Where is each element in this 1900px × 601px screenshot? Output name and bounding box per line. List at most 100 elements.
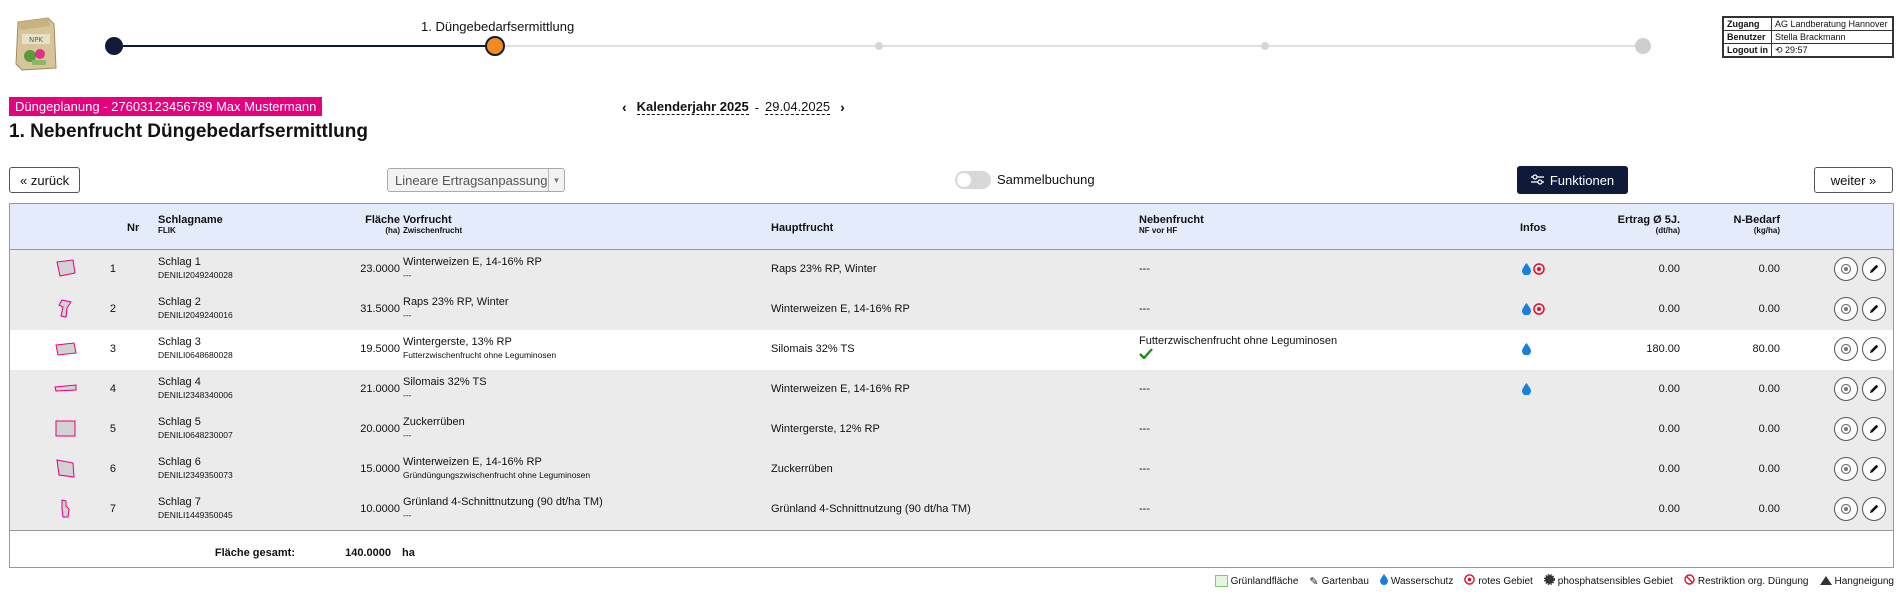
header-nf-vor-hf: NF vor HF bbox=[1139, 226, 1178, 235]
field-name: Schlag 2 bbox=[158, 296, 201, 308]
header-vorfrucht-cell: Vorfrucht Zwischenfrucht bbox=[403, 214, 462, 235]
table-row[interactable]: 2 Schlag 2 DENILI2049240016 31.5000 Raps 23%… bbox=[10, 290, 1893, 331]
yield-value: 0.00 bbox=[1658, 383, 1680, 395]
header-flaeche-unit: (ha) bbox=[385, 226, 400, 235]
table-row[interactable]: 6 Schlag 6 DENILI2349350073 15.0000 Winterwe… bbox=[10, 450, 1893, 491]
pencil-icon bbox=[1870, 384, 1879, 393]
catch-crop: --- bbox=[403, 270, 412, 280]
calendar-year[interactable]: Kalenderjahr 2025 bbox=[636, 99, 749, 115]
header-ertrag-unit: (dt/ha) bbox=[1655, 226, 1680, 235]
stepper-line-todo bbox=[497, 45, 1647, 47]
eye-icon bbox=[1840, 303, 1852, 315]
field-name-cell: Schlag 3 DENILI0648680028 bbox=[158, 336, 233, 360]
view-button[interactable] bbox=[1834, 457, 1858, 481]
view-button[interactable] bbox=[1834, 337, 1858, 361]
catch-crop: --- bbox=[403, 390, 412, 400]
catch-crop: Gründüngungszwischenfrucht ohne Legumino… bbox=[403, 470, 591, 480]
step-start[interactable] bbox=[105, 37, 123, 55]
previous-crop: Winterweizen E, 14-16% RP bbox=[403, 456, 542, 468]
page-title: 1. Nebenfrucht Düngebedarfsermittlung bbox=[9, 121, 368, 142]
logout-timer: ⟲ 29:57 bbox=[1770, 43, 1894, 57]
edit-button[interactable] bbox=[1862, 297, 1886, 321]
secondary-crop: --- bbox=[1139, 383, 1150, 395]
step-3[interactable] bbox=[1261, 42, 1269, 50]
step-2[interactable] bbox=[875, 42, 883, 50]
table-row[interactable]: 4 Schlag 4 DENILI2348340006 21.0000 Silomais… bbox=[10, 370, 1893, 411]
secondary-crop: --- bbox=[1139, 463, 1150, 475]
n-demand-value: 0.00 bbox=[1758, 263, 1780, 275]
prev-year-icon[interactable]: ‹ bbox=[618, 99, 631, 115]
header-nebenfrucht-cell: Nebenfrucht NF vor HF bbox=[1139, 214, 1204, 235]
header-infos: Infos bbox=[1520, 222, 1547, 234]
session-row-logout[interactable]: Logout in ⟲ 29:57 bbox=[1723, 43, 1894, 57]
legend-label: Restriktion org. Düngung bbox=[1697, 575, 1809, 587]
previous-crop-cell: Raps 23% RP, Winter --- bbox=[403, 296, 509, 320]
main-crop: Winterweizen E, 14-16% RP bbox=[771, 383, 910, 395]
n-demand-value: 0.00 bbox=[1758, 423, 1780, 435]
header-zwischenfrucht: Zwischenfrucht bbox=[403, 226, 463, 235]
view-button[interactable] bbox=[1834, 297, 1858, 321]
info-icons bbox=[1522, 383, 1531, 398]
pencil-icon bbox=[1870, 264, 1879, 273]
legend-label: Gartenbau bbox=[1321, 575, 1369, 587]
yield-adjustment-select[interactable]: Lineare Ertragsanpassung ▼ bbox=[387, 168, 565, 192]
current-date[interactable]: 29.04.2025 bbox=[765, 99, 831, 115]
step-end[interactable] bbox=[1635, 38, 1651, 54]
table-row[interactable]: 3 Schlag 3 DENILI0648680028 19.5000 Winterge… bbox=[10, 330, 1893, 371]
main-crop: Grünland 4-Schnittnutzung (90 dt/ha TM) bbox=[771, 503, 971, 515]
edit-button[interactable] bbox=[1862, 457, 1886, 481]
view-button[interactable] bbox=[1834, 377, 1858, 401]
field-shape-icon bbox=[54, 419, 78, 442]
table-row[interactable]: 5 Schlag 5 DENILI0648230007 20.0000 Zuckerrü… bbox=[10, 410, 1893, 451]
water-drop-icon[interactable] bbox=[1522, 343, 1531, 358]
edit-button[interactable] bbox=[1862, 257, 1886, 281]
n-demand-value: 0.00 bbox=[1758, 383, 1780, 395]
view-button[interactable] bbox=[1834, 497, 1858, 521]
step-current[interactable] bbox=[485, 36, 505, 56]
back-button[interactable]: « zurück bbox=[9, 167, 81, 193]
edit-button[interactable] bbox=[1862, 417, 1886, 441]
row-nr: 2 bbox=[109, 303, 116, 315]
previous-crop: Silomais 32% TS bbox=[403, 376, 487, 388]
red-area-icon[interactable] bbox=[1533, 303, 1545, 318]
svg-text:NPK: NPK bbox=[29, 36, 43, 44]
red-area-icon bbox=[1464, 574, 1476, 588]
water-drop-icon[interactable] bbox=[1522, 383, 1531, 398]
water-drop-icon[interactable] bbox=[1522, 263, 1531, 278]
session-info: Zugang AG Landberatung Hannover Benutzer… bbox=[1722, 16, 1894, 58]
collective-booking-toggle[interactable] bbox=[955, 171, 991, 189]
slope-icon bbox=[1819, 575, 1832, 588]
table-row[interactable]: 1 Schlag 1 DENILI2049240028 23.0000 Winterwe… bbox=[10, 250, 1893, 291]
functions-button[interactable]: Funktionen bbox=[1517, 166, 1628, 194]
view-button[interactable] bbox=[1834, 257, 1858, 281]
row-nr: 6 bbox=[109, 463, 116, 475]
next-year-icon[interactable]: › bbox=[836, 99, 849, 115]
header-flaeche: Fläche bbox=[365, 214, 400, 226]
red-area-icon[interactable] bbox=[1533, 263, 1545, 278]
legend-item: Wasserschutz bbox=[1379, 574, 1453, 588]
catch-crop: --- bbox=[403, 310, 412, 320]
eye-icon bbox=[1840, 423, 1852, 435]
water-drop-icon[interactable] bbox=[1522, 303, 1531, 318]
field-name-cell: Schlag 1 DENILI2049240028 bbox=[158, 256, 233, 280]
sliders-icon bbox=[1530, 173, 1544, 188]
edit-button[interactable] bbox=[1862, 337, 1886, 361]
timer-icon: ⟲ bbox=[1774, 44, 1783, 55]
row-nr: 4 bbox=[109, 383, 116, 395]
view-button[interactable] bbox=[1834, 417, 1858, 441]
header-flik: FLIK bbox=[158, 226, 176, 235]
previous-crop-cell: Silomais 32% TS --- bbox=[403, 376, 487, 400]
restriction-icon bbox=[1684, 574, 1695, 588]
eye-icon bbox=[1840, 463, 1852, 475]
previous-crop: Raps 23% RP, Winter bbox=[403, 296, 509, 308]
fields-table: Nr Schlagname FLIK Fläche (ha) Vorfrucht… bbox=[9, 203, 1894, 568]
legend-item: rotes Gebiet bbox=[1464, 574, 1533, 588]
secondary-crop: --- bbox=[1139, 503, 1150, 515]
table-row[interactable]: 7 Schlag 7 DENILI1449350045 10.0000 Grünland… bbox=[10, 490, 1893, 531]
stepper-line-done bbox=[113, 45, 497, 47]
header-nbedarf-unit: (kg/ha) bbox=[1753, 226, 1780, 235]
grassland-square-icon bbox=[1214, 575, 1228, 587]
edit-button[interactable] bbox=[1862, 497, 1886, 521]
next-button[interactable]: weiter » bbox=[1814, 167, 1893, 193]
edit-button[interactable] bbox=[1862, 377, 1886, 401]
